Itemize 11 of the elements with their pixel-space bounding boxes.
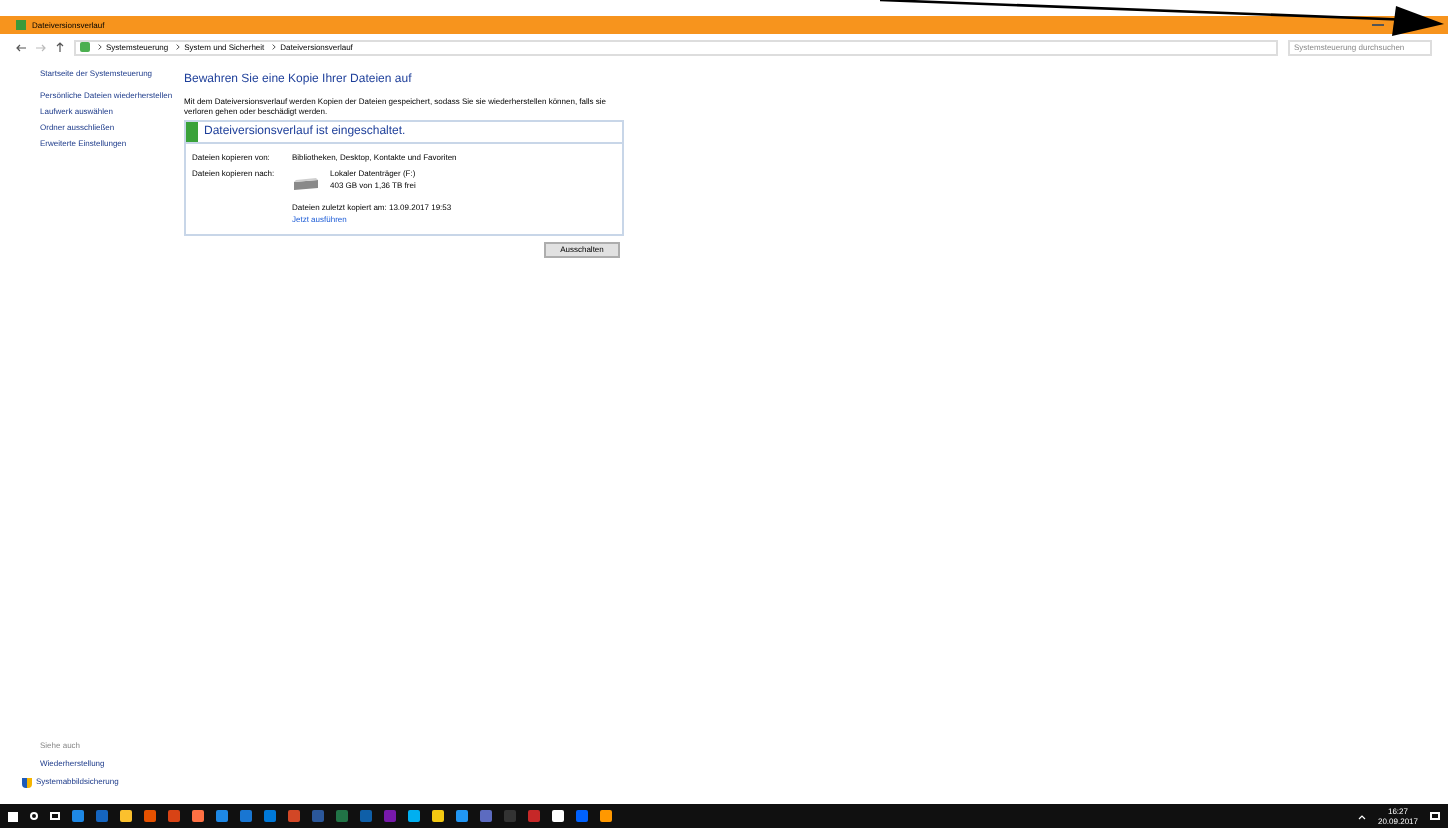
start-icon[interactable] bbox=[8, 811, 18, 821]
chevron-icon bbox=[176, 44, 181, 50]
chevron-icon bbox=[272, 44, 277, 50]
back-icon[interactable] bbox=[16, 43, 26, 51]
task-view-icon[interactable] bbox=[50, 812, 60, 820]
hard-drive-icon bbox=[292, 178, 320, 192]
up-icon[interactable] bbox=[56, 42, 64, 52]
search-icon[interactable] bbox=[30, 812, 38, 820]
chevron-up-icon[interactable] bbox=[1357, 813, 1366, 819]
forward-icon[interactable] bbox=[36, 43, 46, 51]
notification-icon[interactable] bbox=[1430, 812, 1440, 820]
